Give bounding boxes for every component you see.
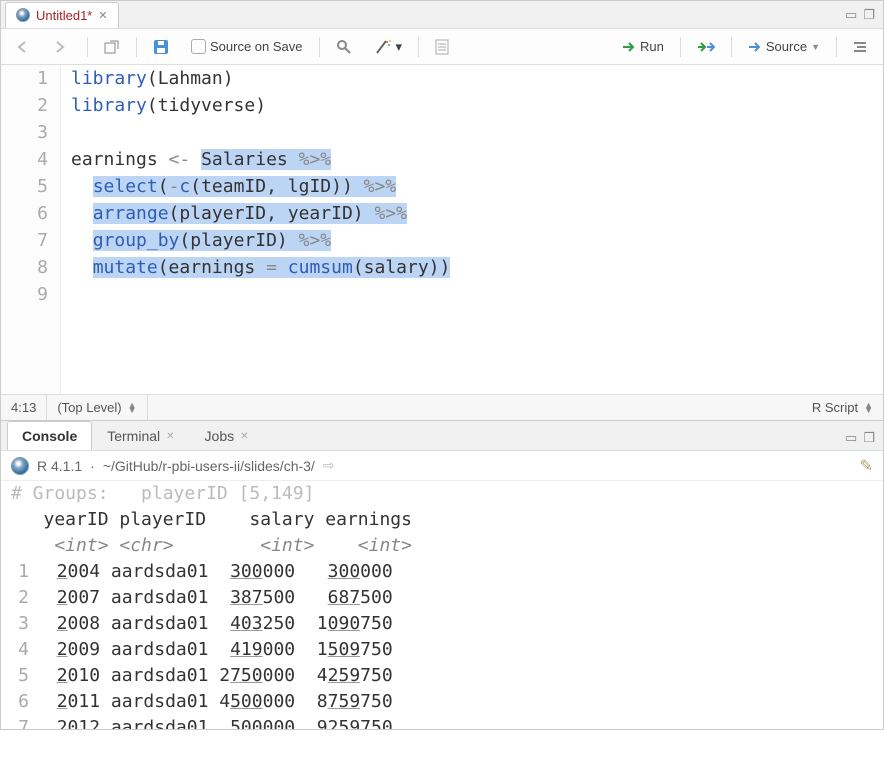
source-pane: Untitled1* ✕ ▭ ❐ Source on Save ▾ Run — [0, 0, 884, 420]
r-version-label: R 4.1.1 — [37, 458, 82, 474]
maximize-icon[interactable]: ❐ — [863, 7, 875, 23]
editor-tab-title: Untitled1* — [36, 8, 92, 23]
source-on-save-toggle[interactable]: Source on Save — [185, 36, 309, 57]
source-label: Source — [766, 39, 807, 54]
outline-button[interactable] — [847, 38, 873, 56]
editor-status-bar: 4:13 (Top Level) ▲▼ R Script ▲▼ — [1, 394, 883, 420]
show-in-new-window-button[interactable] — [98, 37, 126, 57]
tab-jobs[interactable]: Jobs✕ — [190, 421, 264, 450]
r-file-icon — [16, 8, 30, 22]
run-button[interactable]: Run — [616, 36, 670, 57]
back-button[interactable] — [11, 38, 39, 56]
source-on-save-label: Source on Save — [210, 39, 303, 54]
code-line[interactable] — [71, 281, 883, 308]
code-area[interactable]: library(Lahman)library(tidyverse) earning… — [61, 65, 883, 394]
checkbox-icon — [191, 39, 206, 54]
run-arrow-icon — [622, 41, 636, 53]
filetype-selector[interactable]: R Script ▲▼ — [802, 395, 883, 420]
code-line[interactable] — [71, 119, 883, 146]
console-output[interactable]: # Groups: playerID [5,149] yearID player… — [1, 481, 883, 729]
source-arrow-icon — [748, 41, 762, 53]
save-button[interactable] — [147, 36, 175, 58]
scope-selector[interactable]: (Top Level) ▲▼ — [47, 395, 147, 420]
minimize-icon[interactable]: ▭ — [845, 430, 857, 446]
tab-console[interactable]: Console — [7, 421, 92, 450]
r-logo-icon — [11, 457, 29, 475]
updown-icon: ▲▼ — [128, 403, 137, 413]
source-button[interactable]: Source ▼ — [742, 36, 826, 57]
close-icon[interactable]: ✕ — [240, 431, 248, 442]
clear-console-icon[interactable]: ✎ — [860, 456, 873, 476]
cursor-position: 4:13 — [1, 395, 47, 420]
code-line[interactable]: earnings <- Salaries %>% — [71, 146, 883, 173]
line-number-gutter: 123456789 — [1, 65, 61, 394]
editor-tab-row: Untitled1* ✕ ▭ ❐ — [1, 1, 883, 29]
updown-icon: ▲▼ — [864, 403, 873, 413]
tab-terminal[interactable]: Terminal✕ — [92, 421, 189, 450]
close-icon[interactable]: ✕ — [98, 9, 107, 22]
pane-window-buttons: ▭ ❐ — [845, 430, 883, 450]
code-line[interactable]: library(Lahman) — [71, 65, 883, 92]
code-line[interactable]: group_by(playerID) %>% — [71, 227, 883, 254]
rerun-button[interactable] — [691, 38, 721, 56]
editor-toolbar: Source on Save ▾ Run Source ▼ — [1, 29, 883, 65]
close-icon[interactable]: ✕ — [166, 431, 174, 442]
code-line[interactable]: mutate(earnings = cumsum(salary)) — [71, 254, 883, 281]
find-button[interactable] — [330, 36, 358, 58]
console-info-bar: R 4.1.1 · ~/GitHub/r-pbi-users-ii/slides… — [1, 451, 883, 481]
run-label: Run — [640, 39, 664, 54]
editor-tab-untitled[interactable]: Untitled1* ✕ — [5, 2, 119, 28]
code-line[interactable]: library(tidyverse) — [71, 92, 883, 119]
forward-button[interactable] — [49, 38, 77, 56]
dot-separator: · — [90, 458, 95, 474]
code-line[interactable]: select(-c(teamID, lgID)) %>% — [71, 173, 883, 200]
goto-dir-icon[interactable]: ⇨ — [323, 457, 335, 474]
code-tools-button[interactable]: ▾ — [368, 36, 409, 58]
pane-window-buttons: ▭ ❐ — [845, 7, 883, 23]
maximize-icon[interactable]: ❐ — [863, 430, 875, 446]
code-line[interactable]: arrange(playerID, yearID) %>% — [71, 200, 883, 227]
minimize-icon[interactable]: ▭ — [845, 7, 857, 23]
code-editor[interactable]: 123456789 library(Lahman)library(tidyver… — [1, 65, 883, 394]
console-tab-row: Console Terminal✕ Jobs✕ ▭ ❐ — [1, 421, 883, 451]
working-directory[interactable]: ~/GitHub/r-pbi-users-ii/slides/ch-3/ — [103, 458, 315, 474]
console-pane: Console Terminal✕ Jobs✕ ▭ ❐ R 4.1.1 · ~/… — [0, 420, 884, 730]
compile-report-button[interactable] — [429, 36, 455, 58]
